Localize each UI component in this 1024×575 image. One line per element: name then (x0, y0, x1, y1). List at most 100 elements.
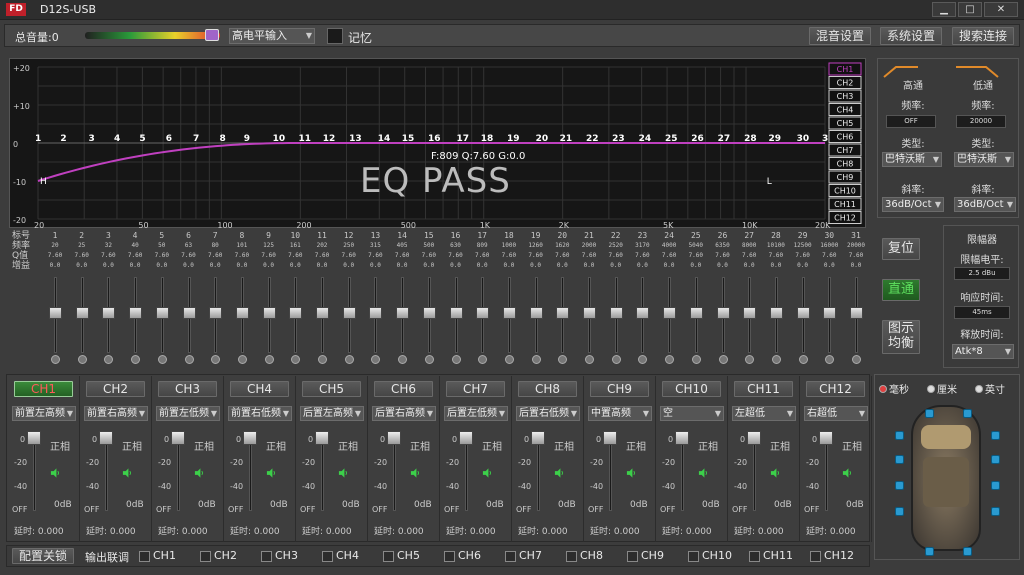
band-freq[interactable]: 10100 (763, 242, 789, 249)
band-gain[interactable]: 0.0 (763, 262, 789, 269)
band-knob[interactable] (478, 355, 488, 364)
close-button[interactable]: ✕ (984, 2, 1018, 17)
delay-label[interactable]: 延时: 0.000 (86, 524, 136, 537)
band-q[interactable]: 7.60 (496, 252, 522, 259)
delay-label[interactable]: 延时: 0.000 (158, 524, 208, 537)
channel-select-button[interactable]: CH2 (86, 381, 145, 397)
band-knob[interactable] (237, 355, 247, 364)
channel-volume-thumb[interactable] (819, 431, 833, 445)
channel-volume-track[interactable] (537, 436, 540, 511)
link-channel-checkbox[interactable]: CH8 (566, 549, 603, 562)
band-freq[interactable]: 1260 (523, 242, 549, 249)
release-select[interactable]: Atk*8 (952, 344, 1014, 359)
band-freq[interactable]: 12500 (790, 242, 816, 249)
phase-label[interactable]: 正相 (194, 438, 214, 453)
delay-label[interactable]: 延时: 0.000 (446, 524, 496, 537)
delay-label[interactable]: 延时: 0.000 (14, 524, 64, 537)
channel-volume-thumb[interactable] (171, 431, 185, 445)
limit-level-value[interactable]: 2.5 dBu (954, 267, 1010, 280)
band-slider-thumb[interactable] (49, 307, 62, 319)
channel-position-select[interactable]: 空 (660, 406, 724, 421)
band-gain[interactable]: 0.0 (122, 262, 148, 269)
channel-volume-thumb[interactable] (387, 431, 401, 445)
speaker-position-icon[interactable] (991, 481, 1000, 490)
link-channel-checkbox[interactable]: CH3 (261, 549, 298, 562)
phase-label[interactable]: 正相 (50, 438, 70, 453)
unit-ms-radio[interactable]: 毫秒 (879, 381, 909, 396)
channel-volume-track[interactable] (177, 436, 180, 511)
band-slider-thumb[interactable] (716, 307, 730, 319)
band-slider-thumb[interactable] (476, 307, 490, 319)
speaker-position-icon[interactable] (963, 547, 972, 556)
channel-volume-track[interactable] (681, 436, 684, 511)
checkbox-box[interactable] (627, 550, 638, 562)
channel-select-button[interactable]: CH12 (806, 381, 865, 397)
checkbox-box[interactable] (566, 550, 577, 562)
system-settings-button[interactable]: 系统设置 (880, 27, 942, 45)
band-slider-thumb[interactable] (75, 307, 89, 319)
channel-volume-thumb[interactable] (747, 431, 761, 445)
bypass-button[interactable]: 直通 (882, 279, 920, 301)
speaker-position-icon[interactable] (963, 409, 972, 418)
channel-position-select[interactable]: 右超低 (804, 406, 868, 421)
band-gain[interactable]: 0.0 (95, 262, 121, 269)
speaker-position-icon[interactable] (991, 455, 1000, 464)
lp-slope-select[interactable]: 36dB/Oct (954, 197, 1016, 212)
band-knob[interactable] (77, 355, 87, 364)
speaker-position-icon[interactable] (925, 409, 934, 418)
channel-volume-track[interactable] (609, 436, 612, 511)
band-q[interactable]: 7.60 (576, 252, 602, 259)
band-knob[interactable] (771, 355, 781, 364)
reset-button[interactable]: 复位 (882, 238, 920, 260)
band-q[interactable]: 7.60 (229, 252, 255, 259)
phase-label[interactable]: 正相 (842, 438, 862, 453)
channel-volume-thumb[interactable] (27, 431, 41, 445)
band-knob[interactable] (211, 355, 221, 364)
band-gain[interactable]: 0.0 (790, 262, 816, 269)
checkbox-box[interactable] (749, 550, 760, 562)
channel-volume-thumb[interactable] (243, 431, 257, 445)
band-gain[interactable]: 0.0 (496, 262, 522, 269)
band-gain[interactable]: 0.0 (229, 262, 255, 269)
band-gain[interactable]: 0.0 (549, 262, 575, 269)
checkbox-box[interactable] (688, 550, 699, 562)
band-q[interactable]: 7.60 (256, 252, 282, 259)
band-gain[interactable]: 0.0 (362, 262, 388, 269)
phase-label[interactable]: 正相 (482, 438, 502, 453)
channel-volume-track[interactable] (33, 436, 36, 511)
link-channel-checkbox[interactable]: CH7 (505, 549, 542, 562)
band-q[interactable]: 7.60 (309, 252, 335, 259)
band-slider-thumb[interactable] (155, 307, 169, 319)
band-q[interactable]: 7.60 (282, 252, 308, 259)
channel-select-button[interactable]: CH10 (662, 381, 721, 397)
band-gain[interactable]: 0.0 (309, 262, 335, 269)
hp-type-select[interactable]: 巴特沃斯 (882, 152, 942, 167)
channel-volume-track[interactable] (249, 436, 252, 511)
input-mode-select[interactable]: 高电平输入 (229, 28, 315, 44)
band-freq[interactable]: 125 (256, 242, 282, 249)
channel-select-button[interactable]: CH8 (518, 381, 577, 397)
band-knob[interactable] (157, 355, 167, 364)
speaker-icon[interactable] (770, 467, 781, 479)
channel-position-select[interactable]: 前置右高频 (84, 406, 148, 421)
band-gain[interactable]: 0.0 (443, 262, 469, 269)
channel-position-select[interactable]: 后置右低频 (516, 406, 580, 421)
band-freq[interactable]: 63 (176, 242, 202, 249)
band-knob[interactable] (798, 355, 808, 364)
band-gain[interactable]: 0.0 (710, 262, 736, 269)
channel-select-button[interactable]: CH9 (590, 381, 649, 397)
channel-volume-thumb[interactable] (459, 431, 473, 445)
band-gain[interactable]: 0.0 (603, 262, 629, 269)
band-knob[interactable] (131, 355, 141, 364)
channel-volume-thumb[interactable] (603, 431, 617, 445)
band-slider-thumb[interactable] (663, 307, 677, 319)
band-slider-thumb[interactable] (529, 307, 543, 319)
band-freq[interactable]: 101 (229, 242, 255, 249)
channel-volume-track[interactable] (393, 436, 396, 511)
band-knob[interactable] (51, 355, 60, 364)
channel-volume-thumb[interactable] (315, 431, 329, 445)
band-q[interactable]: 7.60 (710, 252, 736, 259)
band-q[interactable]: 7.60 (69, 252, 95, 259)
link-channel-checkbox[interactable]: CH6 (444, 549, 481, 562)
band-q[interactable]: 7.60 (416, 252, 442, 259)
